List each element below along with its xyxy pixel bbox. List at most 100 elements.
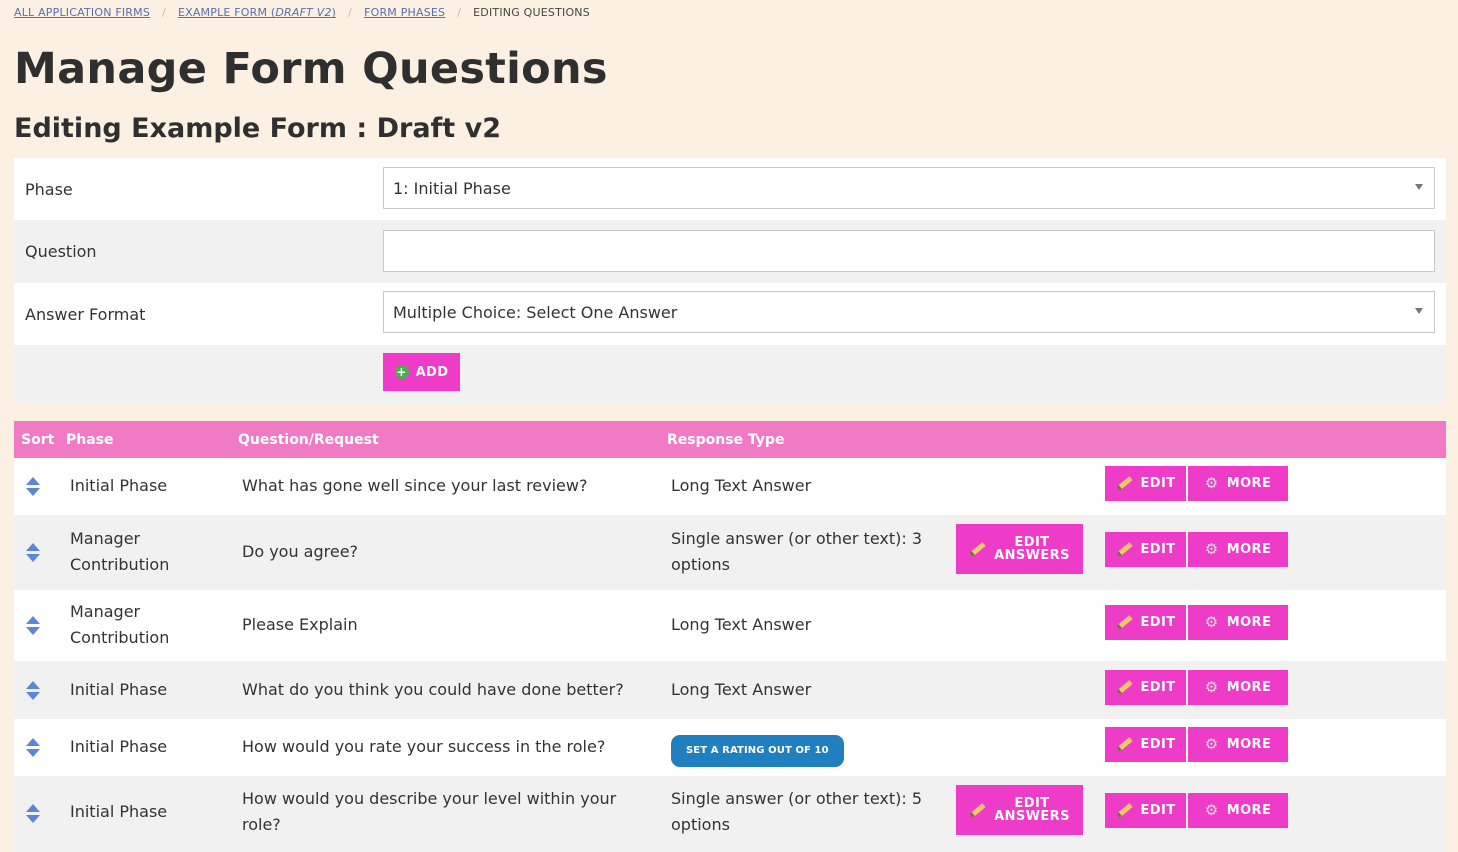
table-row: Initial Phase What do you think you coul… bbox=[14, 661, 1446, 719]
edit-answers-button[interactable]: EDIT ANSWERS bbox=[956, 785, 1083, 835]
row-question: How would you describe your level within… bbox=[242, 789, 617, 834]
row-response-type-cell: SET A RATING OUT OF 10 bbox=[671, 735, 844, 767]
more-button[interactable]: ⚙ MORE bbox=[1188, 670, 1288, 705]
sort-handle-icon[interactable] bbox=[26, 681, 40, 701]
table-row: Manager Contribution Do you agree? Singl… bbox=[14, 515, 1446, 590]
row-response-type: Single answer (or other text): 5 options bbox=[671, 789, 923, 834]
edit-button-label: EDIT bbox=[1140, 476, 1176, 491]
breadcrumb-separator: / bbox=[457, 6, 462, 19]
pencil-icon bbox=[1115, 542, 1133, 557]
header-response-type: Response Type bbox=[667, 432, 785, 448]
gear-icon: ⚙ bbox=[1204, 678, 1219, 696]
breadcrumb-form-phases[interactable]: FORM PHASES bbox=[364, 6, 445, 19]
edit-button-label: EDIT bbox=[1140, 680, 1176, 695]
edit-answers-button[interactable]: EDIT ANSWERS bbox=[956, 524, 1083, 574]
edit-button[interactable]: EDIT bbox=[1105, 727, 1186, 762]
breadcrumb-example-form-close: ) bbox=[331, 6, 337, 19]
row-response-type: Long Text Answer bbox=[671, 615, 812, 634]
row-phase: Manager Contribution bbox=[70, 529, 170, 574]
answer-format-select[interactable]: Multiple Choice: Select One Answer bbox=[383, 291, 1435, 333]
answer-format-label: Answer Format bbox=[25, 304, 146, 324]
add-button[interactable]: + ADD bbox=[383, 353, 460, 391]
pencil-icon bbox=[969, 541, 986, 557]
row-question: Please Explain bbox=[242, 615, 358, 634]
more-button[interactable]: ⚙ MORE bbox=[1188, 466, 1288, 501]
edit-button[interactable]: EDIT bbox=[1105, 532, 1186, 567]
pencil-icon bbox=[1115, 476, 1133, 491]
phase-select-value: 1: Initial Phase bbox=[393, 178, 511, 198]
phase-row: Phase 1: Initial Phase bbox=[14, 158, 1446, 220]
breadcrumb-example-form-text: EXAMPLE FORM ( bbox=[177, 6, 276, 19]
row-phase: Manager Contribution bbox=[70, 602, 170, 647]
pencil-icon bbox=[1115, 615, 1133, 630]
chevron-down-icon bbox=[1415, 308, 1423, 314]
more-button[interactable]: ⚙ MORE bbox=[1188, 793, 1288, 828]
plus-circle-icon: + bbox=[394, 365, 409, 379]
gear-icon: ⚙ bbox=[1204, 540, 1219, 558]
add-row: + ADD bbox=[14, 345, 1446, 403]
table-row: Initial Phase How would you describe you… bbox=[14, 776, 1446, 852]
table-row: Initial Phase What has gone well since y… bbox=[14, 458, 1446, 515]
more-button[interactable]: ⚙ MORE bbox=[1188, 532, 1288, 567]
row-response-type: Single answer (or other text): 3 options bbox=[671, 529, 923, 574]
phase-label: Phase bbox=[25, 179, 73, 199]
phase-select[interactable]: 1: Initial Phase bbox=[383, 167, 1435, 209]
row-response-type: Long Text Answer bbox=[671, 680, 812, 699]
more-button-label: MORE bbox=[1226, 803, 1272, 818]
breadcrumb-separator: / bbox=[348, 6, 353, 19]
page-title: Manage Form Questions bbox=[14, 44, 608, 94]
sort-handle-icon[interactable] bbox=[26, 616, 40, 636]
edit-button[interactable]: EDIT bbox=[1105, 793, 1186, 828]
question-row: Question bbox=[14, 220, 1446, 283]
breadcrumb: ALL APPLICATION FIRMS / EXAMPLE FORM (DRAF… bbox=[14, 6, 590, 19]
gear-icon: ⚙ bbox=[1204, 474, 1219, 492]
rating-badge: SET A RATING OUT OF 10 bbox=[671, 735, 844, 767]
add-question-form: Phase 1: Initial Phase Question Answer F… bbox=[14, 158, 1446, 403]
gear-icon: ⚙ bbox=[1204, 613, 1219, 631]
pencil-icon bbox=[1115, 737, 1133, 752]
breadcrumb-example-form[interactable]: EXAMPLE FORM (DRAFT V2) bbox=[178, 6, 336, 19]
more-button-label: MORE bbox=[1226, 476, 1272, 491]
sort-handle-icon[interactable] bbox=[26, 804, 40, 824]
more-button[interactable]: ⚙ MORE bbox=[1188, 605, 1288, 640]
row-question: What has gone well since your last revie… bbox=[242, 476, 588, 495]
table-header: Sort Phase Question/Request Response Typ… bbox=[14, 421, 1446, 458]
edit-button[interactable]: EDIT bbox=[1105, 670, 1186, 705]
add-button-label: ADD bbox=[415, 364, 449, 380]
header-sort: Sort bbox=[21, 432, 55, 448]
sort-handle-icon[interactable] bbox=[26, 477, 40, 497]
row-question: Do you agree? bbox=[242, 542, 359, 561]
header-question: Question/Request bbox=[238, 432, 379, 448]
more-button-label: MORE bbox=[1226, 542, 1272, 557]
row-question: What do you think you could have done be… bbox=[242, 680, 624, 699]
edit-button[interactable]: EDIT bbox=[1105, 466, 1186, 501]
breadcrumb-current: EDITING QUESTIONS bbox=[473, 6, 590, 19]
breadcrumb-example-form-version: DRAFT V2 bbox=[275, 6, 332, 19]
page-subtitle: Editing Example Form : Draft v2 bbox=[14, 113, 501, 144]
answer-format-select-value: Multiple Choice: Select One Answer bbox=[393, 302, 678, 322]
row-phase: Initial Phase bbox=[70, 680, 168, 699]
chevron-down-icon bbox=[1415, 184, 1423, 190]
edit-answers-label-line2: ANSWERS bbox=[994, 809, 1070, 824]
sort-handle-icon[interactable] bbox=[26, 543, 40, 563]
question-input[interactable] bbox=[383, 230, 1435, 272]
pencil-icon bbox=[1115, 680, 1133, 695]
row-question: How would you rate your success in the r… bbox=[242, 737, 606, 756]
edit-button-label: EDIT bbox=[1140, 737, 1176, 752]
more-button[interactable]: ⚙ MORE bbox=[1188, 727, 1288, 762]
more-button-label: MORE bbox=[1226, 737, 1272, 752]
edit-button[interactable]: EDIT bbox=[1105, 605, 1186, 640]
table-row: Initial Phase How would you rate your su… bbox=[14, 719, 1446, 776]
answer-format-row: Answer Format Multiple Choice: Select On… bbox=[14, 283, 1446, 345]
table-row: Manager Contribution Please Explain Long… bbox=[14, 590, 1446, 661]
edit-button-label: EDIT bbox=[1140, 615, 1176, 630]
more-button-label: MORE bbox=[1226, 680, 1272, 695]
question-label: Question bbox=[25, 242, 97, 261]
gear-icon: ⚙ bbox=[1204, 801, 1219, 819]
row-phase: Initial Phase bbox=[70, 476, 168, 495]
breadcrumb-separator: / bbox=[162, 6, 166, 19]
pencil-icon bbox=[969, 802, 986, 818]
breadcrumb-all-application-firms[interactable]: ALL APPLICATION FIRMS bbox=[14, 6, 150, 19]
sort-handle-icon[interactable] bbox=[26, 738, 40, 758]
edit-button-label: EDIT bbox=[1140, 542, 1176, 557]
